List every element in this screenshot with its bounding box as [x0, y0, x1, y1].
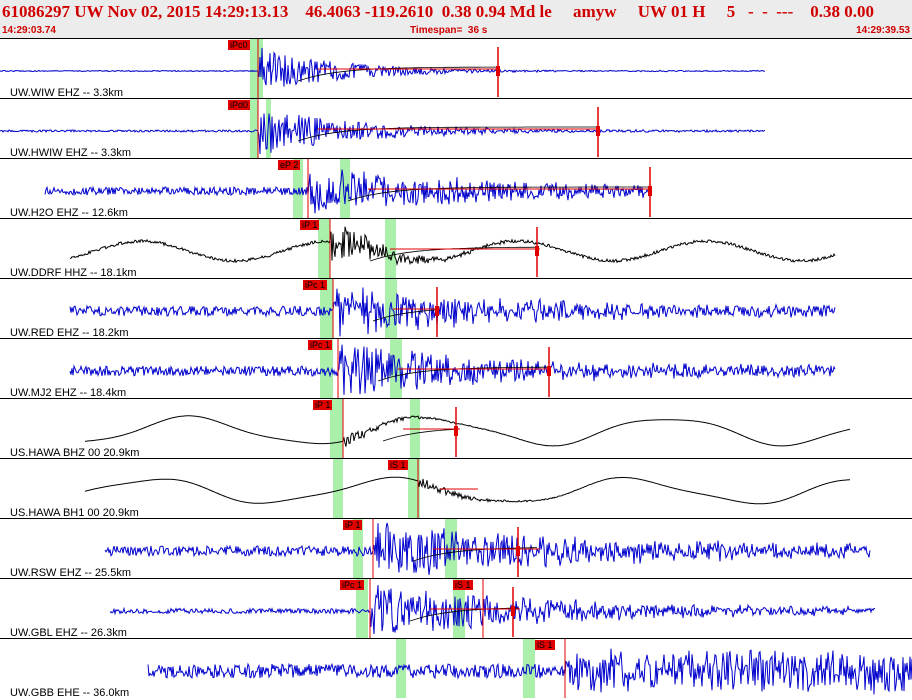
channel-label: UW.GBB EHE -- 36.0km [10, 687, 130, 698]
amplitude-box [435, 306, 439, 316]
pick-label[interactable]: eP 2 [278, 160, 301, 170]
pick-label[interactable]: iPc 1 [340, 580, 365, 590]
coda-curve [382, 428, 460, 442]
seismogram-panel[interactable]: eP 2 UW.H2O EHZ -- 12.6km [0, 158, 912, 218]
pick-label[interactable]: iPc 1 [308, 340, 333, 350]
pick-label[interactable]: iP 1 [300, 220, 320, 230]
pick-label[interactable]: iS 1 [388, 460, 408, 470]
analysis-window [250, 39, 258, 98]
waveform-trace [69, 219, 836, 278]
timespan-label: Timespan= 36 s [410, 25, 488, 36]
pick-label[interactable]: iS 1 [453, 580, 473, 590]
channel-label: US.HAWA BHZ 00 20.9km [10, 447, 140, 458]
pick-label[interactable]: iPd0 [228, 100, 251, 110]
channel-label: UW.RED EHZ -- 18.2km [10, 327, 129, 338]
analysis-window [333, 459, 343, 518]
end-time-label: 14:29:39.53 [856, 25, 910, 36]
seismogram-panel[interactable]: iP 1 US.HAWA BHZ 00 20.9km [0, 398, 912, 458]
start-time-label: 14:29:03.74 [2, 25, 56, 36]
seismogram-panel[interactable]: iS 1 UW.GBB EHE -- 36.0km [0, 638, 912, 698]
amplitude-box [516, 546, 520, 556]
seismogram-panel[interactable]: iP 1 UW.RSW EHZ -- 25.5km [0, 518, 912, 578]
channel-label: UW.MJ2 EHZ -- 18.4km [10, 387, 127, 398]
seismogram-panels: iPc0 UW.WIW EHZ -- 3.3km iPd0 UW.HWIW EH… [0, 38, 912, 700]
channel-label: UW.H2O EHZ -- 12.6km [10, 207, 128, 218]
waveform-path [84, 415, 851, 447]
seismogram-panel[interactable]: iPc 1 iS 1 UW.GBL EHZ -- 26.3km [0, 578, 912, 638]
amplitude-box [511, 606, 515, 616]
seismogram-panel[interactable]: iPc 1 UW.RED EHZ -- 18.2km [0, 278, 912, 338]
pick-label[interactable]: iPc0 [228, 40, 250, 50]
waveform-path [109, 585, 876, 635]
seismogram-panel[interactable]: iPd0 UW.HWIW EHZ -- 3.3km [0, 98, 912, 158]
waveform-trace [69, 339, 836, 398]
seismogram-panel[interactable]: iPc0 UW.WIW EHZ -- 3.3km [0, 38, 912, 98]
waveform-path [0, 47, 765, 87]
pick-label[interactable]: iP 1 [313, 400, 333, 410]
waveform-trace [147, 639, 912, 698]
seismogram-panel[interactable]: iPc 1 UW.MJ2 EHZ -- 18.4km [0, 338, 912, 398]
waveform-path [84, 476, 850, 505]
amplitude-box [648, 186, 652, 196]
analysis-window [396, 639, 406, 698]
waveform-trace [104, 519, 871, 578]
analysis-window [250, 99, 258, 158]
waveform-path [69, 226, 836, 267]
event-header: 61086297 UW Nov 02, 2015 14:29:13.13 46.… [0, 0, 912, 38]
event-summary-title: 61086297 UW Nov 02, 2015 14:29:13.13 46.… [2, 2, 874, 21]
seismogram-panel[interactable]: iS 1 US.HAWA BH1 00 20.9km [0, 458, 912, 518]
seismogram-panel[interactable]: iP 1 UW.DDRF HHZ -- 18.1km [0, 218, 912, 278]
channel-label: UW.GBL EHZ -- 26.3km [10, 627, 127, 638]
waveform-path [69, 287, 836, 337]
amplitude-box [496, 66, 500, 76]
amplitude-box [535, 246, 539, 256]
amplitude-box [547, 366, 551, 376]
waveform-trace [44, 159, 652, 218]
channel-label: UW.RSW EHZ -- 25.5km [10, 567, 132, 578]
waveform-trace [0, 39, 765, 98]
pick-label[interactable]: iPc 1 [303, 280, 328, 290]
pick-label[interactable]: iP 1 [343, 520, 363, 530]
waveform-path [69, 344, 836, 395]
amplitude-box [596, 126, 600, 136]
channel-label: UW.HWIW EHZ -- 3.3km [10, 147, 131, 158]
channel-label: US.HAWA BH1 00 20.9km [10, 507, 139, 518]
channel-label: UW.WIW EHZ -- 3.3km [10, 87, 124, 98]
channel-label: UW.DDRF HHZ -- 18.1km [10, 267, 137, 278]
waveform-trace [69, 279, 836, 338]
waveform-trace [0, 99, 766, 158]
analysis-window [318, 219, 330, 278]
amplitude-box [454, 426, 458, 436]
pick-label[interactable]: iS 1 [535, 640, 555, 650]
